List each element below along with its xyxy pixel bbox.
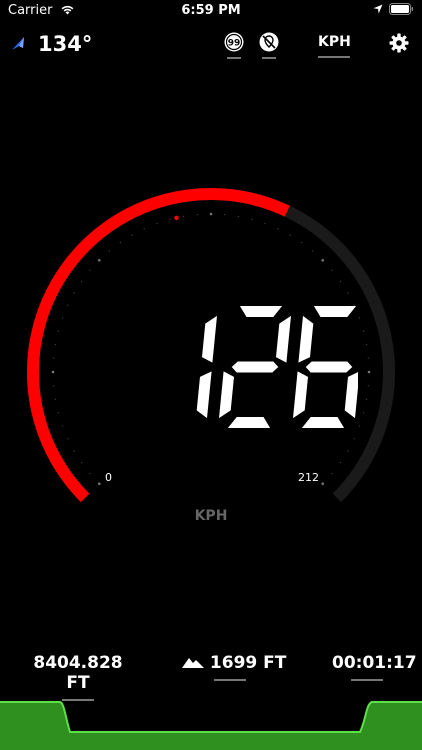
gauge-tick	[61, 317, 64, 319]
gauge-tick	[80, 461, 83, 464]
gauge-tick	[89, 269, 91, 272]
altitude-graph	[0, 701, 422, 750]
gauge-tick	[321, 482, 325, 486]
gauge-tick	[89, 472, 91, 475]
gauge-tick	[52, 357, 55, 359]
gauge-tick	[237, 215, 240, 218]
speed-readout	[196, 306, 358, 428]
gauge-tick	[331, 472, 333, 475]
speed-digit-segment	[239, 306, 283, 317]
gauge-tick	[143, 228, 145, 230]
mountain-icon	[182, 658, 204, 668]
speed-digit-segment	[301, 417, 345, 428]
gauge-tick	[54, 398, 57, 401]
gauge-tick	[61, 425, 64, 427]
gauge-tick	[97, 482, 101, 486]
gauge-tick	[321, 258, 325, 262]
gauge-tick	[108, 250, 111, 252]
elapsed-value: 00:01:17	[332, 653, 417, 673]
speed-digit-segment	[344, 372, 358, 419]
gauge-tick	[52, 385, 55, 387]
gauge-max-label: 212	[298, 471, 319, 484]
gauge-tick	[358, 425, 361, 427]
gauge-tick	[353, 438, 355, 440]
gauge-tick	[347, 450, 349, 452]
gauge-tick	[362, 330, 365, 332]
gauge-tick	[367, 357, 370, 359]
gauge-tick	[289, 234, 291, 236]
gauge-tick	[80, 280, 83, 283]
elapsed-underline	[351, 679, 383, 681]
gauge-tick	[367, 385, 370, 387]
gauge-tick	[367, 370, 371, 374]
gauge-tick	[264, 222, 266, 225]
gauge-tick	[358, 317, 361, 319]
altitude-underline	[213, 679, 246, 681]
gauge-tick	[73, 450, 75, 452]
gauge-tick	[196, 213, 198, 216]
gauge-tick	[54, 343, 57, 346]
speed-digit-segment	[231, 361, 279, 373]
gauge-tick	[251, 218, 253, 221]
gauge-tick	[277, 228, 279, 230]
gauge-tick	[97, 258, 101, 262]
altitude-value: 1699 FT	[209, 653, 287, 673]
altitude-stat[interactable]: 1699 FT	[182, 653, 286, 681]
gauge-tick	[365, 398, 368, 401]
gauge-tick	[362, 412, 365, 414]
gauge-tick	[51, 370, 55, 374]
gauge-tick	[182, 215, 185, 218]
gauge-tick	[331, 269, 333, 272]
gauge-unit-label: KPH	[194, 508, 228, 524]
distance-value: 8404.828 FT	[33, 653, 123, 693]
gauge-min-label: 0	[105, 471, 112, 484]
gauge-tick	[67, 304, 69, 306]
gauge-tick	[57, 412, 60, 414]
gauge-tick	[365, 343, 368, 346]
speed-digit-segment	[305, 361, 353, 373]
gauge-tick	[119, 241, 122, 244]
gauge-tick	[311, 250, 314, 252]
gauge-tick	[169, 218, 171, 221]
speed-digit-segment	[219, 371, 234, 419]
speed-digit-segment	[293, 371, 308, 419]
gauge-tick	[339, 280, 342, 283]
elapsed-stat[interactable]: 00:01:17	[332, 653, 417, 681]
gauge-tick	[57, 330, 60, 332]
speed-digit-segment	[313, 306, 357, 317]
gauge-tick	[300, 241, 303, 244]
gauge-tick	[224, 213, 226, 216]
gauge-tick	[339, 461, 342, 464]
gauge-marker	[174, 215, 179, 221]
gauge-tick	[131, 234, 133, 236]
speed-digit-segment	[276, 315, 291, 363]
speed-digit-segment	[196, 371, 212, 419]
speed-digit-segment	[202, 315, 217, 363]
gauge-tick	[347, 292, 349, 294]
gauge-tick	[156, 222, 158, 225]
speed-digit-segment	[298, 315, 314, 363]
trip-stats: 8404.828 FT 1699 FT 00:01:17	[0, 653, 422, 701]
gauge-tick	[209, 212, 213, 216]
gauge-tick	[67, 438, 69, 440]
gauge-tick	[73, 292, 75, 294]
speed-digit-segment	[227, 417, 271, 428]
